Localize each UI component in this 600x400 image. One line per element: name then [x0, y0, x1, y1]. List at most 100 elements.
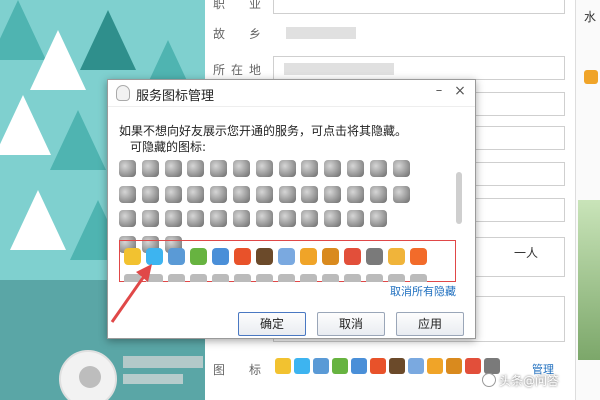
cancel-button[interactable]: 取消: [317, 312, 385, 336]
service-icon[interactable]: [300, 274, 317, 282]
ok-button[interactable]: 确定: [238, 312, 306, 336]
service-icon[interactable]: [168, 274, 185, 282]
service-icon[interactable]: [124, 274, 141, 282]
gem-icon[interactable]: [278, 210, 296, 227]
coin-icon[interactable]: [427, 358, 443, 374]
service-icon[interactable]: [344, 274, 361, 282]
gem-icon[interactable]: [255, 186, 273, 203]
cow-icon[interactable]: [389, 358, 405, 374]
hometown-field[interactable]: [273, 20, 565, 44]
gem-icon[interactable]: [324, 160, 342, 177]
gem-icon[interactable]: [278, 186, 296, 203]
gem-icon[interactable]: [233, 160, 250, 177]
eye-icon[interactable]: [212, 248, 229, 265]
music-icon[interactable]: [324, 210, 342, 227]
star-icon[interactable]: [124, 248, 141, 265]
service-icon[interactable]: [366, 274, 383, 282]
toutiao-logo-icon: [482, 373, 496, 387]
photo-thumbnail[interactable]: [578, 200, 600, 360]
service-icon[interactable]: [256, 274, 273, 282]
girl-icon[interactable]: [465, 358, 481, 374]
hometown-row: 故 乡: [205, 20, 575, 46]
gem-icon[interactable]: [366, 248, 383, 265]
service-icon[interactable]: [388, 274, 405, 282]
service-icon[interactable]: [146, 274, 163, 282]
apply-button[interactable]: 应用: [396, 312, 464, 336]
gem-icon[interactable]: [210, 160, 228, 177]
puzzle-icon[interactable]: [234, 248, 251, 265]
ball-icon[interactable]: [369, 210, 387, 227]
eye-icon[interactable]: [351, 358, 367, 374]
coin-icon[interactable]: [300, 248, 317, 265]
gem-icon[interactable]: [301, 186, 319, 203]
gift-icon[interactable]: [332, 358, 348, 374]
cow-icon[interactable]: [256, 248, 273, 265]
gem-icon[interactable]: [392, 160, 410, 177]
gem-icon[interactable]: [369, 186, 387, 203]
partial-icons-row: [124, 274, 427, 282]
heart-icon[interactable]: [119, 160, 136, 177]
crown-icon[interactable]: [233, 210, 250, 227]
heart-icon[interactable]: [119, 210, 136, 227]
diamond-icon[interactable]: [164, 160, 182, 177]
heart-icon[interactable]: [119, 186, 136, 203]
puzzle-icon[interactable]: [370, 358, 386, 374]
diamond-icon[interactable]: [164, 210, 182, 227]
service-icon[interactable]: [212, 274, 229, 282]
service-icon[interactable]: [322, 274, 339, 282]
dialog-titlebar[interactable]: 服务图标管理 – ×: [108, 80, 475, 107]
gem-icon[interactable]: [187, 210, 205, 227]
app-icon[interactable]: [294, 358, 310, 374]
girl-icon[interactable]: [344, 248, 361, 265]
gem-icon[interactable]: [210, 186, 228, 203]
gem-icon[interactable]: [347, 160, 364, 177]
star-icon[interactable]: [369, 160, 387, 177]
photo-icon[interactable]: [168, 248, 185, 265]
gem-icon[interactable]: [210, 210, 228, 227]
shown-icons-box: [119, 240, 456, 282]
bag-icon[interactable]: [141, 210, 159, 227]
photo-icon[interactable]: [313, 358, 329, 374]
star-icon[interactable]: [275, 358, 291, 374]
gift-icon[interactable]: [190, 248, 207, 265]
ball-icon[interactable]: [392, 186, 410, 203]
service-icon[interactable]: [190, 274, 207, 282]
face-icon[interactable]: [388, 248, 405, 265]
gem-icon[interactable]: [233, 186, 250, 203]
qq-penguin-icon: [116, 85, 130, 101]
bear-icon[interactable]: [255, 160, 273, 177]
heart-icon[interactable]: [278, 160, 296, 177]
book-icon[interactable]: [187, 186, 205, 203]
bag-icon[interactable]: [141, 160, 159, 177]
service-icon[interactable]: [410, 274, 427, 282]
bag-icon[interactable]: [141, 186, 159, 203]
diamond-icon[interactable]: [164, 186, 182, 203]
gem-icon[interactable]: [301, 160, 319, 177]
location-field[interactable]: [273, 56, 565, 80]
gem-icon[interactable]: [347, 210, 364, 227]
mail-icon[interactable]: [408, 358, 424, 374]
lock-icon[interactable]: [187, 160, 205, 177]
app-icon[interactable]: [146, 248, 163, 265]
mail-icon[interactable]: [278, 248, 295, 265]
bear-icon[interactable]: [322, 248, 339, 265]
service-icon[interactable]: [234, 274, 251, 282]
bear-icon[interactable]: [446, 358, 462, 374]
gem-icon[interactable]: [255, 210, 273, 227]
gem-icon[interactable]: [347, 186, 364, 203]
tree: [50, 110, 106, 170]
service-icon[interactable]: [278, 274, 295, 282]
scrollbar-thumb[interactable]: [456, 172, 462, 224]
close-button[interactable]: ×: [452, 83, 468, 101]
occupation-label: 职 业: [213, 0, 268, 11]
minimize-button[interactable]: –: [431, 83, 447, 101]
watermark: 头条@问答: [482, 372, 559, 389]
cancel-all-hidden-link[interactable]: 取消所有隐藏: [390, 283, 456, 299]
occupation-field[interactable]: [273, 0, 565, 14]
profile-area: [55, 348, 205, 400]
swirl-icon[interactable]: [410, 248, 427, 265]
gem-icon[interactable]: [301, 210, 319, 227]
tree: [0, 95, 51, 155]
avatar[interactable]: [59, 350, 117, 400]
gem-icon[interactable]: [324, 186, 342, 203]
